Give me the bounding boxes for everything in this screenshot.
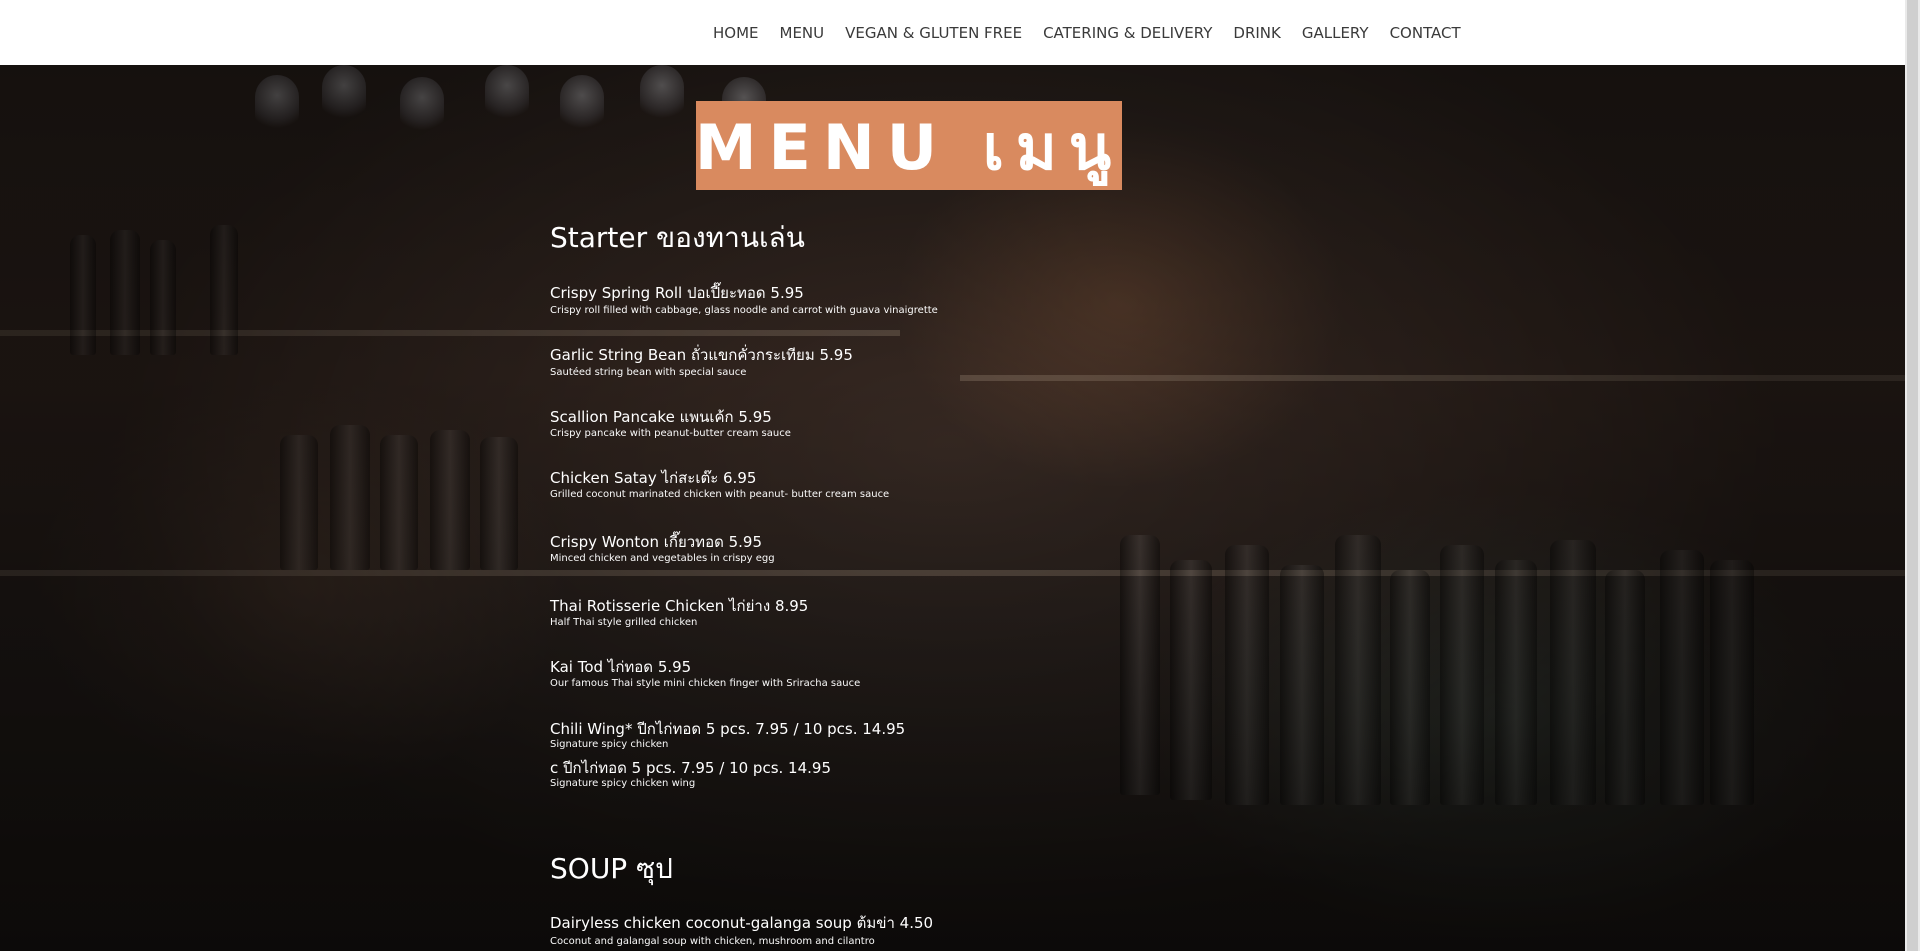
menu-item-description: Sautéed string bean with special sauce (550, 367, 747, 378)
menu-item-description: Signature spicy chicken wing (550, 778, 696, 789)
nav-drink[interactable]: DRINK (1233, 24, 1280, 42)
menu-item-title: Garlic String Bean ถั่วแขกคั่วกระเทียม 5… (550, 346, 853, 364)
nav-gallery[interactable]: GALLERY (1302, 24, 1369, 42)
menu-item-title: Crispy Wonton เกี๊ยวทอด 5.95 (550, 533, 762, 551)
starter-section-title: Starter ของทานเล่น (550, 221, 805, 254)
background-vignette (0, 65, 1905, 951)
menu-item-title: Chicken Satay ไก่สะเต๊ะ 6.95 (550, 469, 757, 487)
scrollbar-thumb[interactable] (1907, 0, 1918, 951)
menu-item-description: Our famous Thai style mini chicken finge… (550, 678, 861, 689)
nav-menu[interactable]: MENU (780, 24, 825, 42)
menu-item-description: Crispy roll filled with cabbage, glass n… (550, 305, 938, 316)
menu-item-title: c ปีกไก่ทอด 5 pcs. 7.95 / 10 pcs. 14.95 (550, 759, 831, 777)
nav-catering-delivery[interactable]: CATERING & DELIVERY (1043, 24, 1212, 42)
nav-vegan-gluten-free[interactable]: VEGAN & GLUTEN FREE (845, 24, 1022, 42)
bar-background-image (0, 65, 1905, 951)
menu-item-description: Minced chicken and vegetables in crispy … (550, 553, 775, 564)
menu-item-title: Kai Tod ไก่ทอด 5.95 (550, 658, 692, 676)
menu-item-title: Scallion Pancake แพนเค้ก 5.95 (550, 408, 772, 426)
menu-item-description: Grilled coconut marinated chicken with p… (550, 489, 890, 500)
menu-title-banner: MENU เมนู (694, 101, 1124, 190)
menu-item-title: Crispy Spring Roll ปอเปี๊ยะทอด 5.95 (550, 284, 804, 302)
menu-item-description: Half Thai style grilled chicken (550, 617, 698, 628)
menu-item-description: Coconut and galangal soup with chicken, … (550, 936, 875, 947)
menu-item-title: Dairyless chicken coconut-galanga soup ต… (550, 914, 934, 932)
vertical-scrollbar[interactable] (1905, 0, 1920, 951)
menu-item-description: Crispy pancake with peanut-butter cream … (550, 428, 791, 439)
menu-item-description: Signature spicy chicken (550, 739, 669, 750)
menu-item-title: Chili Wing* ปีกไก่ทอด 5 pcs. 7.95 / 10 p… (550, 720, 906, 738)
nav-home[interactable]: HOME (713, 24, 759, 42)
nav-contact[interactable]: CONTACT (1390, 24, 1461, 42)
site-header: HOME MENU VEGAN & GLUTEN FREE CATERING &… (0, 0, 1905, 65)
main-nav: HOME MENU VEGAN & GLUTEN FREE CATERING &… (713, 24, 1461, 42)
menu-title-text: MENU เมนู (694, 110, 1124, 184)
soup-section-title: SOUP ซุป (550, 852, 673, 885)
menu-item-title: Thai Rotisserie Chicken ไก่ย่าง 8.95 (550, 597, 809, 615)
